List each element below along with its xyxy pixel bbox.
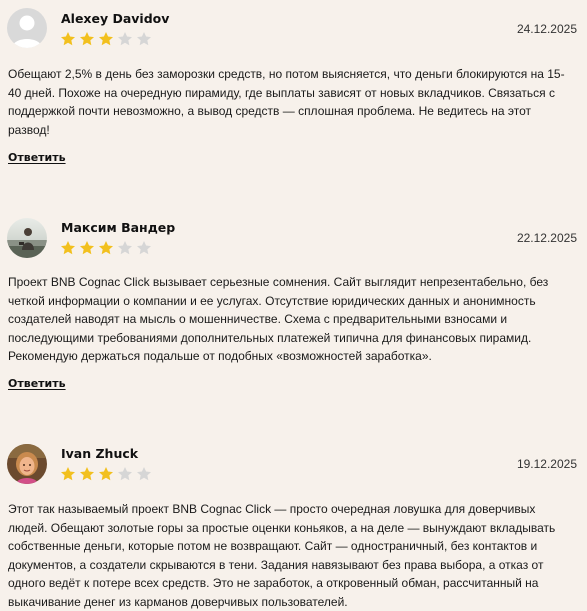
star-empty-icon — [118, 241, 132, 255]
star-filled-icon — [99, 241, 113, 255]
star-filled-icon — [80, 467, 94, 481]
star-filled-icon — [99, 32, 113, 46]
review-author: Alexey Davidov — [61, 11, 170, 26]
rating-stars — [60, 466, 152, 482]
review-author: Максим Вандер — [61, 220, 176, 235]
review-text: Обещают 2,5% в день без заморозки средст… — [8, 67, 565, 137]
star-empty-icon — [137, 241, 151, 255]
review-date: 22.12.2025 — [516, 231, 577, 245]
star-filled-icon — [61, 241, 75, 255]
review-date: 19.12.2025 — [516, 457, 577, 471]
reply-link[interactable]: Ответить — [8, 377, 66, 390]
user-photo-avatar — [7, 218, 47, 258]
reply-link[interactable]: Ответить — [8, 151, 66, 164]
star-empty-icon — [137, 467, 151, 481]
star-filled-icon — [80, 32, 94, 46]
review-date: 24.12.2025 — [516, 22, 577, 36]
review-text: Проект BNB Cognac Click вызывает серьезн… — [8, 275, 549, 363]
star-filled-icon — [99, 467, 113, 481]
star-filled-icon — [61, 467, 75, 481]
rating-stars — [60, 240, 152, 256]
review-author: Ivan Zhuck — [61, 446, 139, 461]
star-empty-icon — [137, 32, 151, 46]
review-text: Этот так называемый проект BNB Cognac Cl… — [8, 502, 556, 609]
star-empty-icon — [118, 32, 132, 46]
star-empty-icon — [118, 467, 132, 481]
rating-stars — [60, 31, 152, 47]
star-filled-icon — [80, 241, 94, 255]
default-avatar-icon — [7, 8, 47, 48]
star-filled-icon — [61, 32, 75, 46]
user-photo-avatar — [7, 444, 47, 484]
